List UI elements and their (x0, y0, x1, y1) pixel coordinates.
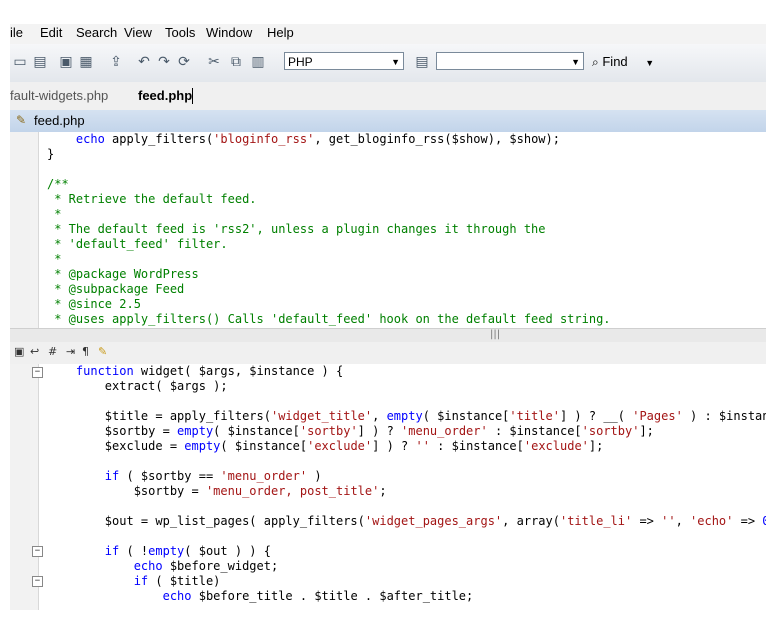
fold-toggle-icon[interactable]: − (32, 367, 43, 378)
code-line: * (47, 252, 62, 266)
paste-icon[interactable]: ▥ (250, 54, 266, 70)
indent-icon[interactable]: ⇥ (66, 345, 75, 358)
code-line: * @since 2.5 (47, 297, 141, 311)
split-pane-toolbar: ▣ ↩ # ⇥ ¶ ✎ (10, 342, 766, 365)
pencil-icon: ✎ (16, 113, 27, 127)
undo-icon[interactable]: ↶ (136, 54, 152, 70)
code-line: * Retrieve the default feed. (47, 192, 257, 206)
new-file-icon[interactable]: ▭ (12, 54, 28, 70)
folder-search-icon[interactable]: ▤ (414, 54, 430, 70)
code-line: function widget( $args, $instance ) { (47, 364, 344, 378)
panel-title: feed.php (34, 113, 85, 128)
text-cursor (192, 88, 193, 104)
code-line: if ( !empty( $out ) ) { (47, 544, 271, 558)
hash-icon[interactable]: # (48, 345, 57, 358)
horizontal-scrollbar[interactable]: ||| (10, 328, 766, 343)
menu-edit[interactable]: Edit (40, 25, 62, 40)
refresh-icon[interactable]: ⟳ (176, 54, 192, 70)
toolbar: ▭ ▤ ▣ ▦ ⇪ ↶ ↷ ⟳ ✂ ⧉ ▥ PHP ▼ ▤ ▼ ⌕ Find ▼ (10, 44, 766, 83)
code-line: $title = apply_filters('widget_title', e… (47, 409, 766, 423)
language-select[interactable]: PHP ▼ (284, 52, 404, 70)
find-button[interactable]: ⌕ Find ▼ (592, 54, 654, 70)
redo-icon[interactable]: ↷ (156, 54, 172, 70)
top-code-pane[interactable]: echo apply_filters('bloginfo_rss', get_b… (10, 132, 766, 328)
scroll-grip-icon[interactable]: ||| (490, 329, 500, 340)
top-gutter (10, 132, 39, 328)
code-line: * @uses apply_filters() Calls 'default_f… (47, 312, 611, 326)
toggle-split-icon[interactable]: ▣ (14, 345, 24, 358)
bottom-code-pane[interactable]: − − − function widget( $args, $instance … (10, 364, 766, 610)
menu-file[interactable]: ile (10, 25, 23, 40)
menu-window[interactable]: Window (206, 25, 252, 40)
editor-panel-header: ✎ feed.php (10, 110, 766, 133)
code-line: $sortby = 'menu_order, post_title'; (47, 484, 387, 498)
language-select-value: PHP (288, 55, 313, 69)
copy-icon[interactable]: ⧉ (228, 54, 244, 70)
menu-help[interactable]: Help (267, 25, 294, 40)
code-line: * @package WordPress (47, 267, 199, 281)
code-line: } (47, 147, 55, 161)
code-line: * 'default_feed' filter. (47, 237, 228, 251)
fold-toggle-icon[interactable]: − (32, 576, 43, 587)
code-line: extract( $args ); (47, 379, 228, 393)
code-line: $sortby = empty( $instance['sortby'] ) ?… (47, 424, 654, 438)
file-tabs: fault-widgets.php feed.php (10, 82, 766, 111)
editor-window: ile Edit Search View Tools Window Help ▭… (10, 12, 766, 610)
code-line: echo $before_title . $title . $after_tit… (47, 589, 474, 603)
menu-tools[interactable]: Tools (165, 25, 195, 40)
tab-feed[interactable]: feed.php (138, 88, 192, 103)
binoculars-icon: ⌕ (592, 55, 599, 69)
chevron-down-icon: ▼ (391, 57, 400, 67)
open-folder-icon[interactable]: ▤ (32, 54, 48, 70)
fold-toggle-icon[interactable]: − (32, 546, 43, 557)
find-label: Find (602, 54, 628, 69)
cut-icon[interactable]: ✂ (206, 54, 222, 70)
code-line: * The default feed is 'rss2', unless a p… (47, 222, 546, 236)
code-line: $out = wp_list_pages( apply_filters('wid… (47, 514, 766, 528)
wrap-icon[interactable]: ↩ (30, 345, 39, 358)
code-line: if ( $sortby == 'menu_order' ) (47, 469, 322, 483)
chevron-down-icon: ▼ (571, 57, 580, 67)
paragraph-icon[interactable]: ¶ (82, 345, 89, 358)
save-all-icon[interactable]: ▦ (78, 54, 94, 70)
code-line: if ( $title) (47, 574, 221, 588)
code-line: /** (47, 177, 69, 191)
code-line: * (47, 207, 62, 221)
export-icon[interactable]: ⇪ (108, 54, 124, 70)
chevron-down-icon: ▼ (645, 58, 655, 68)
code-line: echo apply_filters('bloginfo_rss', get_b… (47, 132, 560, 146)
brush-icon[interactable]: ✎ (98, 345, 107, 358)
menu-view[interactable]: View (124, 25, 152, 40)
code-line: $exclude = empty( $instance['exclude'] )… (47, 439, 604, 453)
code-line: echo $before_widget; (47, 559, 279, 573)
save-icon[interactable]: ▣ (58, 54, 74, 70)
search-input[interactable]: ▼ (436, 52, 584, 70)
bottom-gutter (10, 364, 39, 610)
code-line: * @subpackage Feed (47, 282, 185, 296)
menu-search[interactable]: Search (76, 25, 117, 40)
menu-bar: ile Edit Search View Tools Window Help (10, 24, 766, 44)
tab-default-widgets[interactable]: fault-widgets.php (10, 88, 108, 103)
